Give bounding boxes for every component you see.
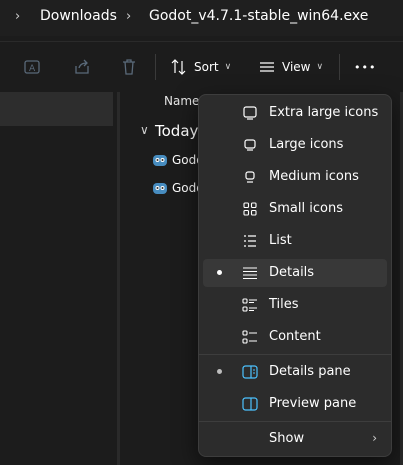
address-bar[interactable]: › Downloads › Godot_v4.7.1-stable_win64.…	[0, 0, 403, 36]
menu-item-label: Details pane	[269, 364, 351, 379]
breadcrumb-item[interactable]: Godot_v4.7.1-stable_win64.exe	[149, 8, 368, 24]
delete-button[interactable]	[119, 54, 139, 80]
menu-item-preview-pane[interactable]: Preview pane	[203, 390, 387, 418]
menu-separator	[199, 421, 391, 422]
grid-icon	[243, 202, 257, 216]
monitor-icon	[245, 171, 255, 183]
more-options-button[interactable]: •••	[354, 54, 376, 80]
rename-button[interactable]: A	[22, 54, 42, 80]
godot-icon	[153, 183, 167, 194]
share-button[interactable]	[72, 54, 92, 80]
rename-icon: A	[24, 60, 40, 74]
menu-item-list[interactable]: List	[203, 227, 387, 255]
sort-button[interactable]: Sort ∨	[170, 54, 231, 80]
toolbar-divider	[339, 54, 340, 80]
details-icon	[243, 267, 257, 280]
content-icon	[242, 330, 257, 344]
menu-item-small-icons[interactable]: Small icons	[203, 195, 387, 223]
checked-bullet-icon	[216, 365, 222, 374]
menu-item-show[interactable]: Show ›	[203, 425, 387, 453]
view-menu: Extra large icons Large icons Medium ico…	[198, 94, 392, 457]
nav-scrollbar[interactable]	[117, 92, 120, 465]
trash-icon	[123, 59, 135, 75]
details-pane-icon	[242, 365, 258, 379]
menu-separator	[199, 354, 391, 355]
breadcrumb-item[interactable]: Downloads	[40, 8, 117, 24]
nav-selected-item[interactable]	[0, 92, 113, 126]
more-icon: •••	[354, 60, 377, 74]
godot-icon	[153, 155, 167, 166]
checked-bullet-icon	[216, 266, 222, 275]
view-button[interactable]: View ∨	[258, 54, 323, 80]
navigation-pane[interactable]	[0, 92, 113, 465]
preview-pane-icon	[242, 397, 258, 411]
menu-item-label: List	[269, 233, 292, 248]
list-icon	[244, 235, 256, 247]
menu-item-label: Tiles	[269, 297, 299, 312]
view-label: View	[282, 60, 311, 74]
menu-item-label: Medium icons	[269, 169, 359, 184]
file-row[interactable]: Godo	[152, 178, 204, 198]
view-icon	[260, 62, 274, 72]
monitor-icon	[244, 139, 256, 151]
file-row[interactable]: Godo	[152, 150, 204, 170]
menu-item-extra-large-icons[interactable]: Extra large icons	[203, 99, 387, 127]
menu-item-label: Small icons	[269, 201, 343, 216]
menu-item-details[interactable]: Details	[203, 259, 387, 287]
monitor-icon	[243, 106, 257, 120]
chevron-down-icon[interactable]: ∨	[140, 123, 149, 137]
chevron-right-icon[interactable]: ›	[126, 9, 131, 24]
chevron-right-icon[interactable]: ›	[15, 9, 20, 24]
menu-item-details-pane[interactable]: Details pane	[203, 358, 387, 386]
menu-item-content[interactable]: Content	[203, 323, 387, 351]
share-icon	[75, 59, 89, 74]
menu-item-large-icons[interactable]: Large icons	[203, 131, 387, 159]
menu-item-tiles[interactable]: Tiles	[203, 291, 387, 319]
sort-icon	[171, 59, 186, 75]
chevron-down-icon: ∨	[224, 62, 232, 72]
chevron-down-icon: ∨	[316, 62, 324, 72]
menu-item-label: Show	[269, 431, 305, 446]
menu-item-label: Preview pane	[269, 396, 357, 411]
menu-item-label: Large icons	[269, 137, 344, 152]
tiles-icon	[242, 298, 257, 312]
menu-item-label: Details	[269, 265, 315, 280]
sort-label: Sort	[194, 60, 219, 74]
command-bar: A Sort ∨ View ∨ •••	[0, 41, 403, 91]
toolbar-divider	[155, 54, 156, 80]
svg-text:A: A	[29, 64, 36, 74]
chevron-right-icon: ›	[372, 431, 377, 445]
menu-item-label: Extra large icons	[269, 105, 379, 120]
group-header-today[interactable]: Today	[155, 122, 198, 140]
column-header-name[interactable]: Name	[164, 94, 199, 108]
menu-item-medium-icons[interactable]: Medium icons	[203, 163, 387, 191]
menu-item-label: Content	[269, 329, 321, 344]
